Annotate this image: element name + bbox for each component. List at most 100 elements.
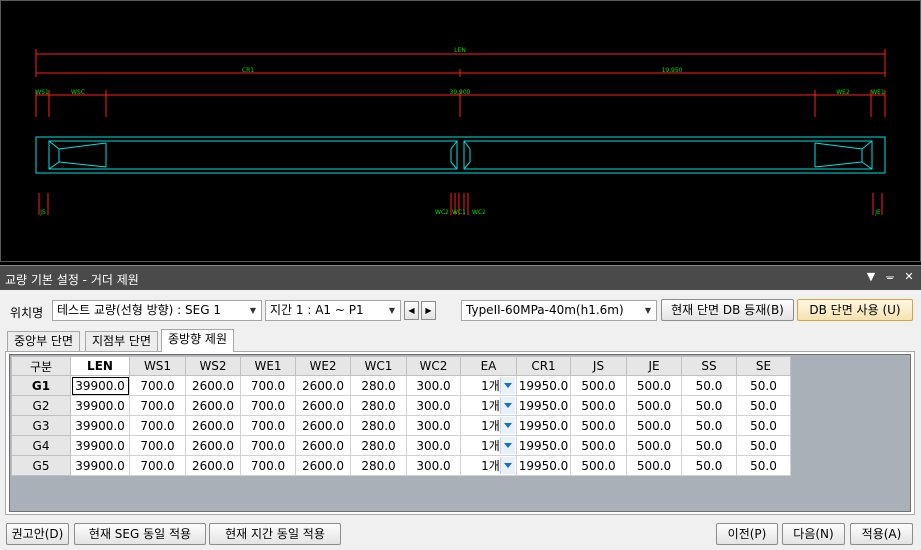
column-header[interactable]: SE	[736, 356, 791, 376]
table-cell[interactable]: 50.0	[681, 435, 737, 456]
table-cell[interactable]: 280.0	[350, 415, 407, 436]
ea-dropdown-cell[interactable]: 1개	[460, 395, 517, 416]
table-cell[interactable]: 19950.0	[516, 375, 571, 396]
table-cell[interactable]: 50.0	[736, 455, 791, 476]
tab-longitudinal[interactable]: 종방향 제원	[161, 329, 235, 352]
table-cell[interactable]: 50.0	[681, 455, 737, 476]
column-header[interactable]: 구분	[11, 356, 71, 376]
table-cell[interactable]: 2600.0	[185, 455, 241, 476]
table-cell[interactable]: 2600.0	[295, 435, 351, 456]
column-header[interactable]: EA	[460, 356, 517, 376]
table-cell[interactable]: 39900.0	[70, 455, 130, 476]
table-cell[interactable]: 300.0	[406, 415, 461, 436]
ea-dropdown-cell[interactable]: 1개	[460, 415, 517, 436]
next-button[interactable]: 다음(N)	[782, 523, 845, 545]
section-type-combo[interactable]: TypeII-60MPa-40m(h1.6m) ▼	[461, 300, 657, 321]
prev-button[interactable]: 이전(P)	[716, 523, 778, 545]
span-combo[interactable]: 지간 1 : A1 ~ P1 ▼	[265, 300, 401, 321]
tab-support-section[interactable]: 지점부 단면	[85, 331, 159, 351]
row-header[interactable]: G4	[11, 435, 71, 456]
row-header[interactable]: G1	[11, 375, 71, 396]
prev-span-button[interactable]: ◀	[404, 301, 419, 320]
row-header[interactable]: G2	[11, 395, 71, 416]
table-cell[interactable]: 700.0	[240, 415, 296, 436]
table-cell[interactable]: 300.0	[406, 455, 461, 476]
table-cell[interactable]: 280.0	[350, 455, 407, 476]
column-header[interactable]: WC2	[406, 356, 461, 376]
table-cell[interactable]: 300.0	[406, 395, 461, 416]
pin-icon[interactable]: ᚚ	[884, 270, 896, 284]
table-cell[interactable]: 500.0	[570, 375, 627, 396]
table-cell[interactable]: 500.0	[626, 415, 682, 436]
table-cell[interactable]: 2600.0	[185, 415, 241, 436]
girder-grid[interactable]: 구분 LEN WS1 WS2 WE1 WE2 WC1 WC2 EA CR1 JS…	[9, 354, 911, 512]
table-cell[interactable]: 500.0	[570, 455, 627, 476]
table-cell[interactable]: 700.0	[240, 375, 296, 396]
tab-center-section[interactable]: 중앙부 단면	[7, 331, 81, 351]
table-cell[interactable]: 500.0	[626, 375, 682, 396]
table-cell[interactable]: 700.0	[129, 375, 186, 396]
column-header[interactable]: JE	[626, 356, 682, 376]
table-cell[interactable]: 300.0	[406, 435, 461, 456]
table-cell[interactable]: 300.0	[406, 375, 461, 396]
column-header[interactable]: WC1	[350, 356, 407, 376]
table-cell[interactable]: 50.0	[681, 395, 737, 416]
table-cell[interactable]: 700.0	[129, 415, 186, 436]
table-cell[interactable]: 19950.0	[516, 395, 571, 416]
row-header[interactable]: G5	[11, 455, 71, 476]
table-cell[interactable]: 500.0	[570, 435, 627, 456]
chevron-down-icon[interactable]	[500, 377, 515, 394]
apply-button[interactable]: 적용(A)	[850, 523, 913, 545]
table-cell[interactable]: 700.0	[240, 455, 296, 476]
table-cell[interactable]: 50.0	[736, 375, 791, 396]
column-header[interactable]: WE2	[295, 356, 351, 376]
panel-titlebar[interactable]: 교량 기본 설정 - 거더 제원 ▼ ᚚ ✕	[0, 266, 921, 290]
column-header[interactable]: WS2	[185, 356, 241, 376]
table-cell[interactable]: 500.0	[626, 435, 682, 456]
column-header[interactable]: WS1	[129, 356, 186, 376]
table-cell[interactable]: 39900.0	[70, 415, 130, 436]
column-header[interactable]: CR1	[516, 356, 571, 376]
table-cell[interactable]: 50.0	[736, 395, 791, 416]
row-header[interactable]: G3	[11, 415, 71, 436]
register-db-button[interactable]: 현재 단면 DB 등재(B)	[661, 299, 794, 321]
chevron-down-icon[interactable]	[500, 397, 515, 414]
use-db-section-button[interactable]: DB 단면 사용 (U)	[797, 299, 913, 321]
table-cell[interactable]: 700.0	[129, 395, 186, 416]
table-cell[interactable]: 2600.0	[185, 395, 241, 416]
table-cell[interactable]: 700.0	[240, 435, 296, 456]
table-cell[interactable]: 500.0	[570, 395, 627, 416]
table-cell[interactable]: 280.0	[350, 435, 407, 456]
apply-same-span-button[interactable]: 현재 지간 동일 적용	[209, 523, 341, 545]
table-cell[interactable]: 500.0	[626, 395, 682, 416]
table-cell[interactable]: 19950.0	[516, 435, 571, 456]
column-header[interactable]: WE1	[240, 356, 296, 376]
table-cell[interactable]: 500.0	[626, 455, 682, 476]
column-header[interactable]: JS	[570, 356, 627, 376]
table-cell[interactable]: 2600.0	[185, 375, 241, 396]
dropdown-icon[interactable]: ▼	[865, 270, 877, 284]
table-cell[interactable]: 39900.0	[70, 395, 130, 416]
table-cell[interactable]: 280.0	[350, 375, 407, 396]
table-cell[interactable]: 50.0	[681, 375, 737, 396]
table-cell[interactable]: 700.0	[129, 435, 186, 456]
chevron-down-icon[interactable]	[500, 457, 515, 474]
cad-viewport[interactable]: LEN CR1 19,950 39,900 WS1 WSC WE2 WE1 JS…	[0, 0, 921, 262]
ea-dropdown-cell[interactable]: 1개	[460, 435, 517, 456]
table-cell[interactable]: 39900.0	[70, 435, 130, 456]
close-icon[interactable]: ✕	[903, 270, 915, 284]
table-cell[interactable]: 19950.0	[516, 415, 571, 436]
location-combo[interactable]: 테스트 교량(선형 방향) : SEG 1 ▼	[52, 300, 262, 321]
ea-dropdown-cell[interactable]: 1개	[460, 375, 517, 396]
next-span-button[interactable]: ▶	[421, 301, 436, 320]
table-cell[interactable]: 2600.0	[295, 395, 351, 416]
table-cell[interactable]: 2600.0	[185, 435, 241, 456]
column-header[interactable]: LEN	[70, 356, 130, 376]
table-cell[interactable]: 280.0	[350, 395, 407, 416]
chevron-down-icon[interactable]	[500, 437, 515, 454]
table-cell[interactable]: 700.0	[240, 395, 296, 416]
table-cell[interactable]: 50.0	[681, 415, 737, 436]
recommend-button[interactable]: 권고안(D)	[6, 523, 69, 545]
table-cell[interactable]: 2600.0	[295, 455, 351, 476]
table-cell[interactable]: 2600.0	[295, 375, 351, 396]
